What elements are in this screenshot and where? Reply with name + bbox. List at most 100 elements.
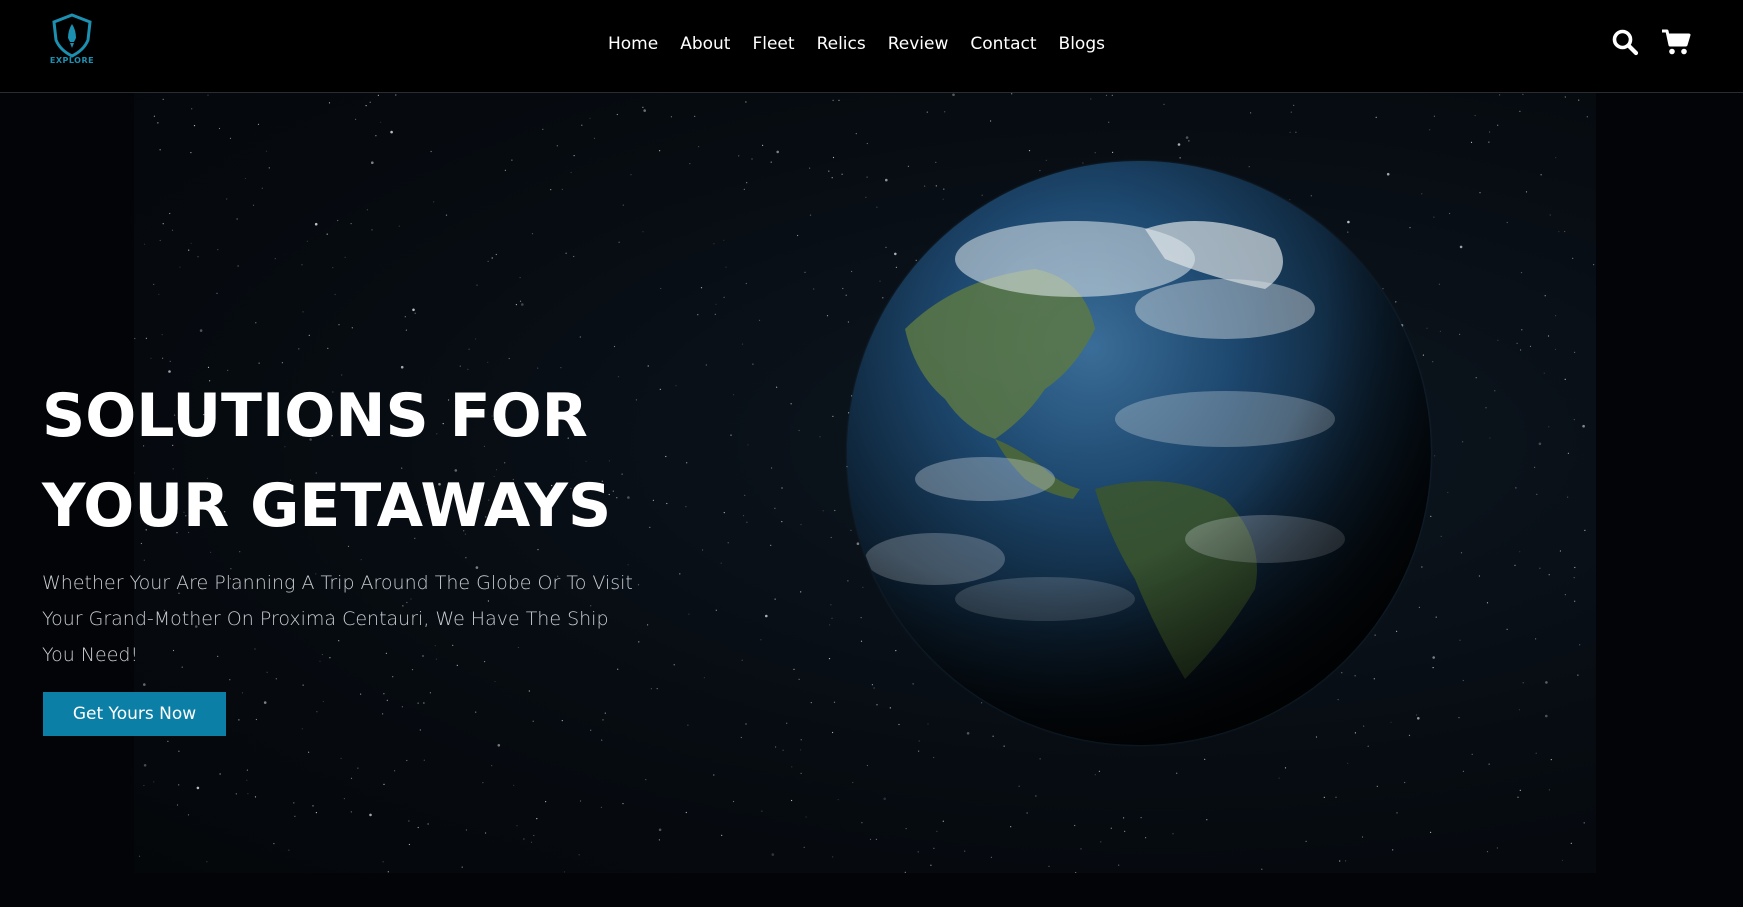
star xyxy=(751,158,753,160)
star xyxy=(837,799,839,801)
star xyxy=(475,711,477,713)
star xyxy=(207,366,210,368)
star xyxy=(601,739,603,741)
star xyxy=(1172,833,1174,835)
star xyxy=(491,257,493,259)
star xyxy=(360,693,362,695)
star xyxy=(1347,762,1349,764)
star xyxy=(774,598,776,600)
star xyxy=(1536,493,1538,495)
star xyxy=(730,434,732,436)
star xyxy=(1039,758,1041,760)
star xyxy=(688,613,690,615)
star xyxy=(475,338,477,340)
star xyxy=(687,724,689,726)
nav-about[interactable]: About xyxy=(669,30,741,58)
star xyxy=(1497,339,1499,341)
star xyxy=(617,376,620,378)
star xyxy=(369,813,372,817)
star xyxy=(715,303,717,305)
star xyxy=(933,847,935,849)
star xyxy=(246,779,248,781)
star xyxy=(1593,264,1595,266)
star xyxy=(459,365,461,367)
star xyxy=(1460,552,1463,554)
star xyxy=(689,163,691,165)
star xyxy=(713,774,715,776)
star xyxy=(1433,115,1435,117)
star xyxy=(565,252,567,254)
star xyxy=(301,264,303,266)
star xyxy=(771,467,773,469)
star xyxy=(800,749,802,751)
star xyxy=(429,692,431,694)
star xyxy=(666,502,668,505)
star xyxy=(1392,849,1394,851)
star xyxy=(350,811,352,813)
nav-home[interactable]: Home xyxy=(597,30,669,58)
star xyxy=(1108,121,1110,123)
star xyxy=(1520,349,1522,351)
star xyxy=(1278,777,1280,779)
star xyxy=(1094,774,1096,776)
nav-review[interactable]: Review xyxy=(877,30,960,58)
star xyxy=(1485,407,1487,409)
nav-contact[interactable]: Contact xyxy=(959,30,1047,58)
star xyxy=(781,521,783,523)
star xyxy=(746,521,748,523)
star xyxy=(1176,772,1178,774)
star xyxy=(404,316,406,318)
star xyxy=(485,832,487,834)
star xyxy=(1544,295,1546,297)
star xyxy=(312,805,314,807)
star xyxy=(145,337,147,339)
star xyxy=(1499,94,1501,96)
star xyxy=(1516,342,1518,344)
star xyxy=(1555,315,1557,317)
star xyxy=(366,209,368,211)
star xyxy=(1564,594,1566,596)
star xyxy=(752,363,754,365)
logo[interactable]: EXPLORE xyxy=(48,12,96,70)
nav-blogs[interactable]: Blogs xyxy=(1048,30,1116,58)
star xyxy=(791,766,793,768)
star xyxy=(254,796,257,798)
get-yours-now-button[interactable]: Get Yours Now xyxy=(43,692,226,736)
star xyxy=(1105,94,1108,96)
star xyxy=(176,804,179,806)
star xyxy=(161,334,163,336)
star xyxy=(658,828,662,832)
shield-rocket-icon xyxy=(52,13,92,58)
star xyxy=(210,551,212,553)
star xyxy=(334,293,336,296)
star xyxy=(581,124,583,126)
search-icon[interactable] xyxy=(1611,28,1639,56)
star xyxy=(869,838,872,841)
star xyxy=(1564,378,1566,380)
star xyxy=(866,142,868,145)
star xyxy=(1520,272,1523,274)
star xyxy=(465,829,467,831)
star xyxy=(398,225,400,227)
star xyxy=(841,173,843,175)
star xyxy=(560,367,562,369)
nav-fleet[interactable]: Fleet xyxy=(741,30,805,58)
star xyxy=(832,856,834,858)
star xyxy=(685,506,687,508)
cart-icon[interactable] xyxy=(1661,28,1691,56)
star xyxy=(1295,131,1297,133)
star xyxy=(1521,329,1523,331)
star xyxy=(1459,245,1463,249)
star xyxy=(723,296,725,298)
star xyxy=(593,137,596,139)
star xyxy=(301,728,303,730)
star xyxy=(1549,214,1551,216)
star xyxy=(1430,831,1432,834)
star xyxy=(193,125,196,127)
star xyxy=(138,855,141,857)
star xyxy=(1471,753,1473,755)
star xyxy=(600,806,602,808)
star xyxy=(315,812,317,814)
star xyxy=(732,394,735,396)
nav-relics[interactable]: Relics xyxy=(806,30,877,58)
